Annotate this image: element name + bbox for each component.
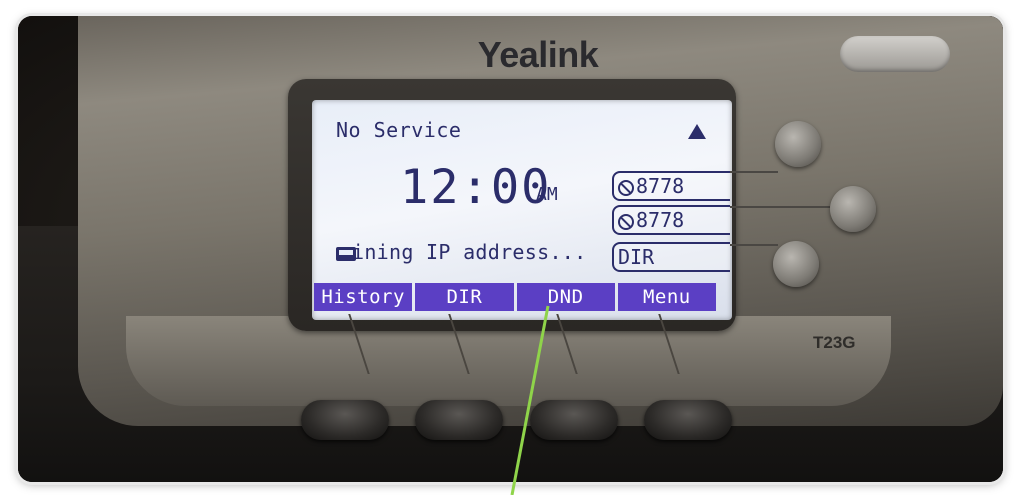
line-key-1[interactable]: 8778 (612, 171, 730, 201)
line-key-1-label: 8778 (636, 174, 685, 198)
softkey-bar: History DIR DND Menu (314, 283, 716, 311)
ban-icon (618, 180, 634, 196)
photo-frame: Yealink T23G No Service 12:00 AM ining I… (18, 16, 1003, 482)
model-label: T23G (813, 333, 856, 352)
clock-time: 12:00 (400, 160, 552, 215)
ban-icon (618, 214, 634, 230)
line-button-1[interactable] (775, 121, 821, 167)
line-key-connector (730, 206, 830, 208)
line-key-3-label: DIR (618, 245, 655, 269)
status-text: No Service (336, 118, 462, 142)
line-key-2[interactable]: 8778 (612, 205, 730, 235)
softkey-button-1[interactable] (301, 400, 389, 440)
softkey-dnd[interactable]: DND (516, 283, 615, 311)
brand-logo: Yealink (477, 34, 599, 75)
softkey-history[interactable]: History (314, 283, 413, 311)
softkey-button-2[interactable] (415, 400, 503, 440)
softkey-menu[interactable]: Menu (617, 283, 716, 311)
softkey-button-3[interactable] (530, 400, 618, 440)
warning-triangle-icon (688, 124, 706, 139)
softkey-dir[interactable]: DIR (415, 283, 514, 311)
lcd-screen: No Service 12:00 AM ining IP address... … (312, 100, 732, 320)
ip-status-text: ining IP address... (352, 240, 587, 264)
clock-ampm: AM (536, 184, 558, 205)
line-key-connector (730, 171, 778, 173)
line-button-3[interactable] (773, 241, 819, 287)
line-key-connector (730, 244, 778, 246)
line-button-2[interactable] (830, 186, 876, 232)
message-led (840, 36, 950, 72)
line-key-2-label: 8778 (636, 208, 685, 232)
line-key-3[interactable]: DIR (612, 242, 730, 272)
softkey-button-4[interactable] (644, 400, 732, 440)
